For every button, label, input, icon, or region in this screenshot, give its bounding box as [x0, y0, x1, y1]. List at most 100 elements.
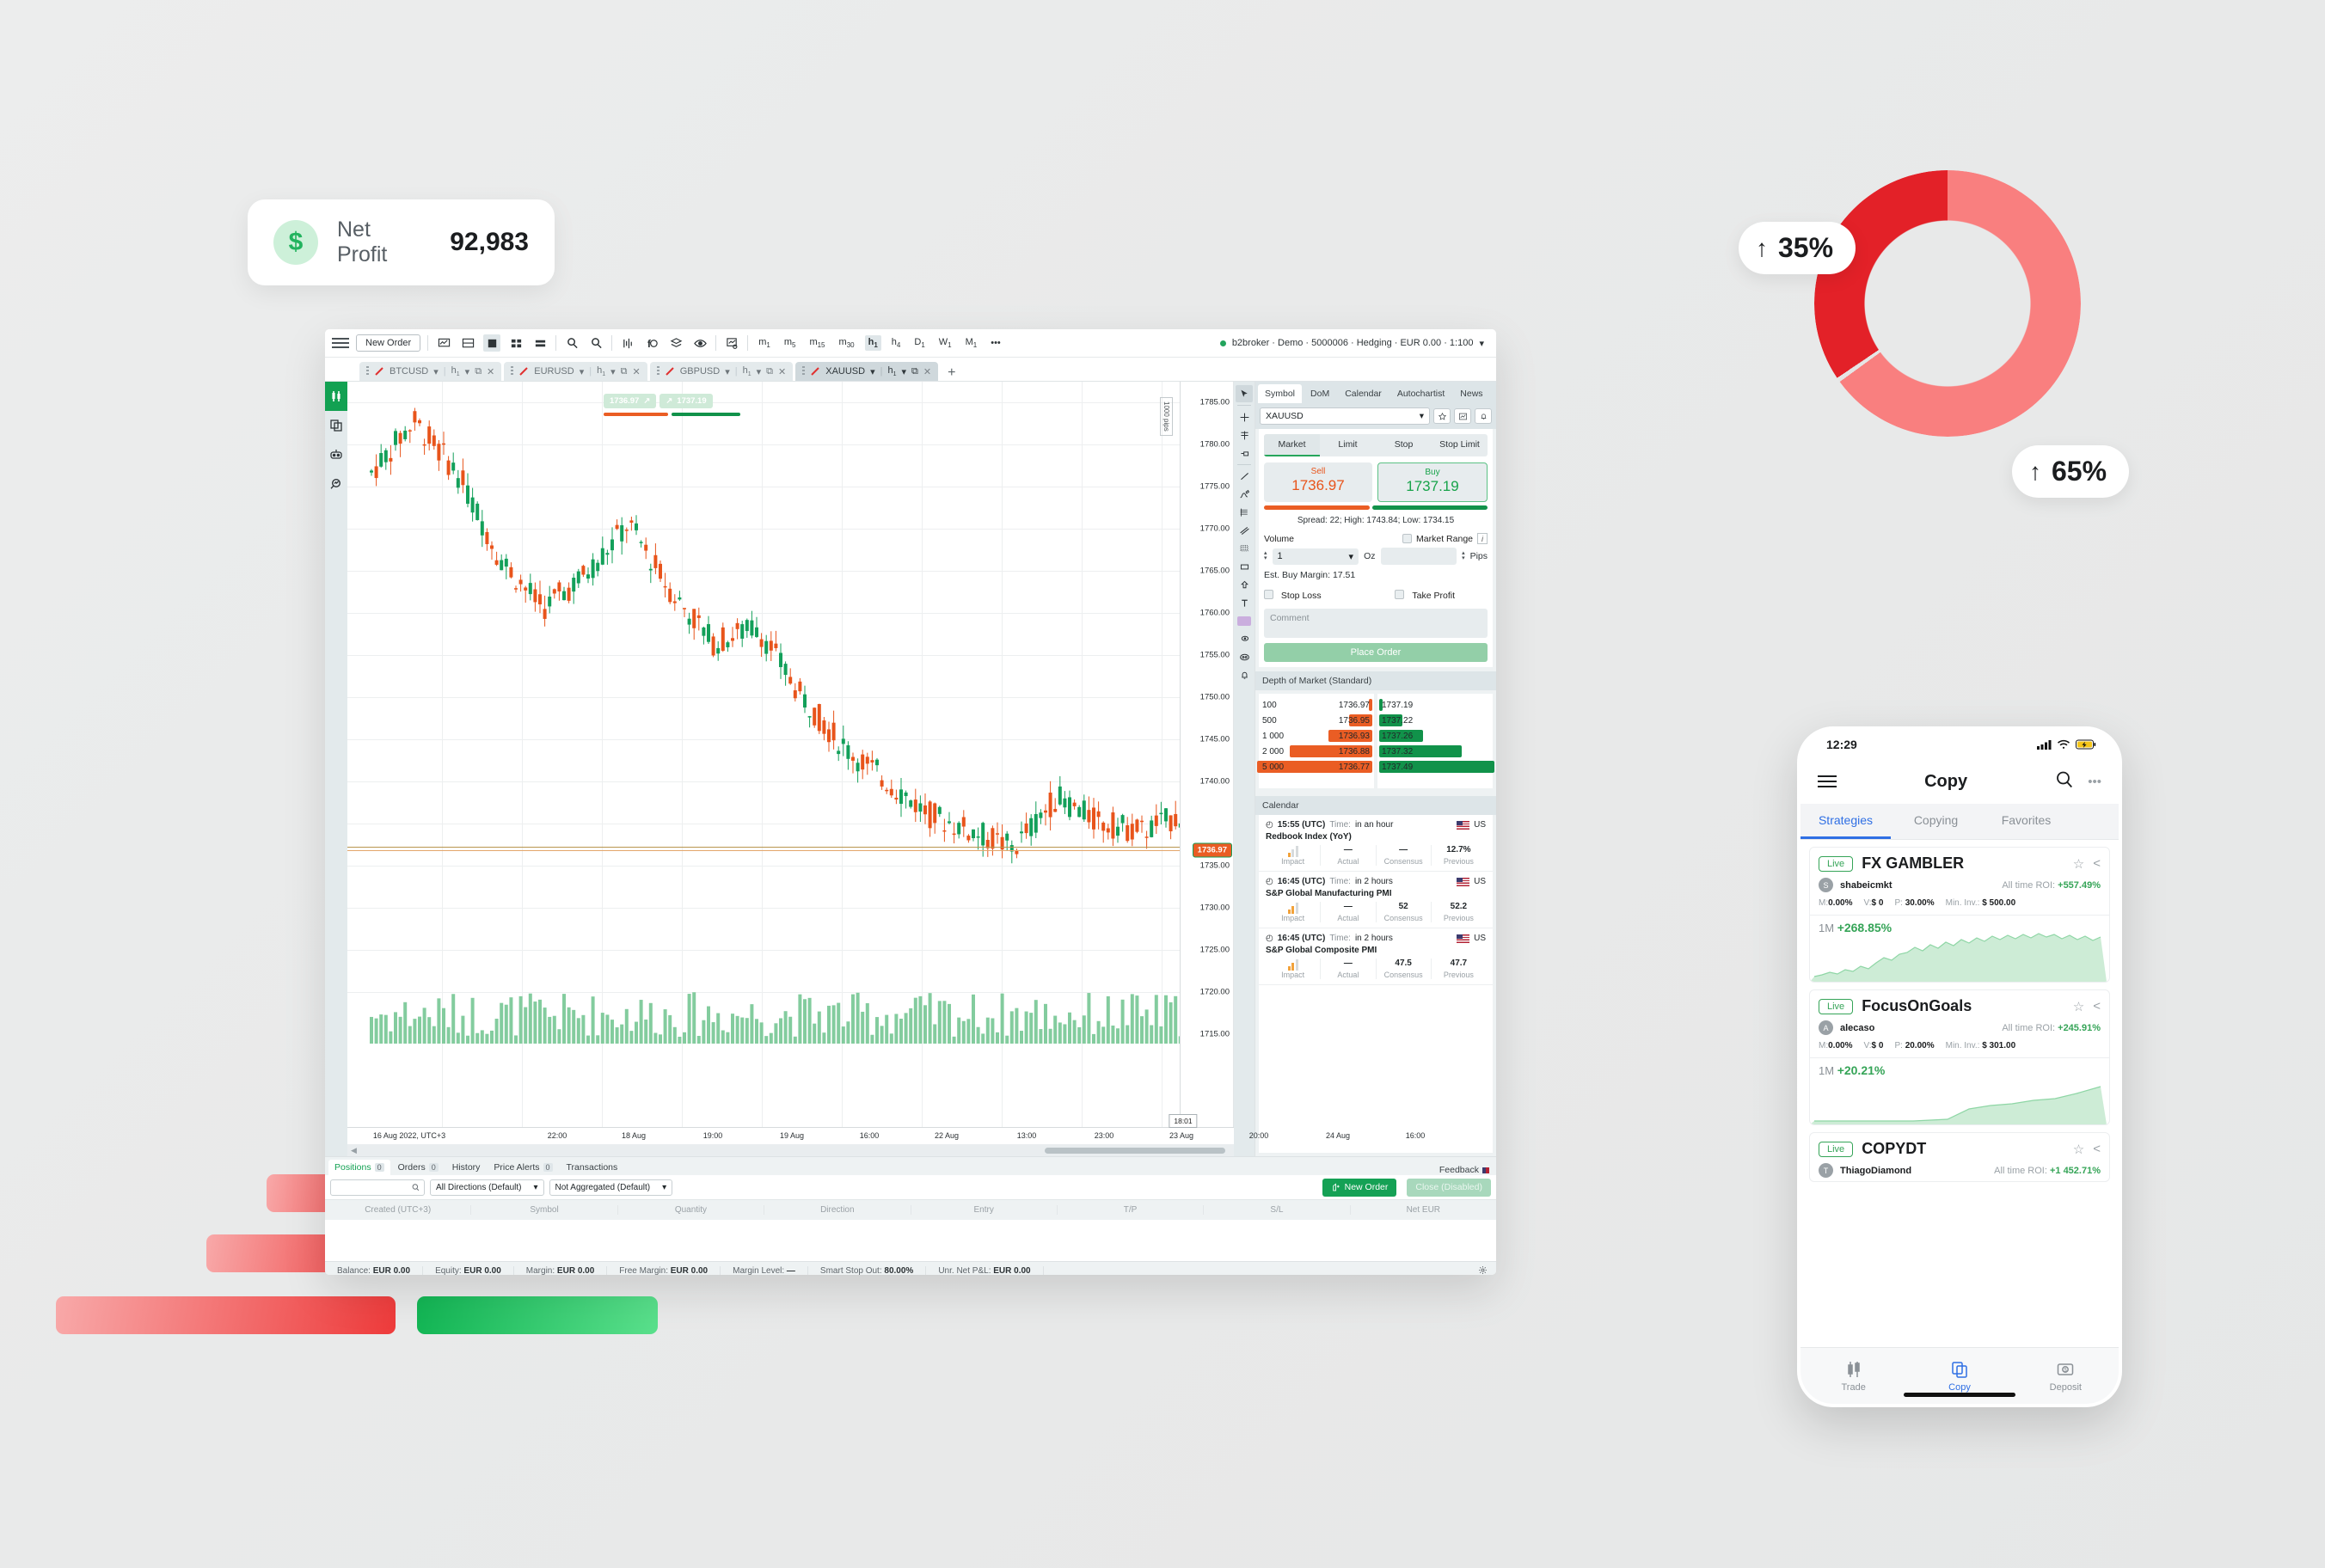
sidebar-item-search[interactable]: [325, 469, 347, 499]
anchor-icon[interactable]: [1236, 444, 1253, 462]
chevron-down-icon[interactable]: ▾: [757, 366, 762, 377]
tab-transactions[interactable]: Transactions: [561, 1160, 624, 1175]
drag-handle[interactable]: [511, 366, 514, 377]
sidebar-item-copy[interactable]: [325, 411, 347, 440]
hamburger-icon[interactable]: [1818, 775, 1837, 787]
tab-calendar[interactable]: Calendar: [1338, 384, 1389, 403]
place-order-button[interactable]: Place Order: [1264, 643, 1488, 662]
account-selector[interactable]: b2broker · Demo · 5000006 · Hedging · EU…: [1219, 338, 1489, 349]
order-type-stop-limit[interactable]: Stop Limit: [1432, 434, 1488, 456]
pips-stepper[interactable]: ▴ ▾: [1462, 550, 1465, 561]
drag-handle[interactable]: [656, 366, 659, 377]
strategy-card[interactable]: Live COPYDT ☆ < T ThiagoDiamond All time ROI: …: [1809, 1132, 2110, 1182]
tab-price-alerts[interactable]: Price Alerts 0: [488, 1160, 558, 1175]
sidebar-item-trade[interactable]: [325, 382, 347, 411]
chevron-down-icon[interactable]: ▾: [870, 366, 875, 377]
dom-ask-row[interactable]: 5 000 1736.77: [1257, 759, 1374, 775]
layers-icon[interactable]: [667, 334, 684, 352]
dom-bid-row[interactable]: 1737.22: [1377, 713, 1493, 728]
search-input[interactable]: [330, 1179, 425, 1196]
star-icon[interactable]: ☆: [2073, 856, 2084, 872]
dom-ask-row[interactable]: 500 1736.95: [1259, 713, 1374, 728]
eye-icon[interactable]: [691, 334, 709, 352]
share-icon[interactable]: <: [2093, 1142, 2101, 1156]
star-icon[interactable]: ☆: [2073, 1142, 2084, 1157]
timeframe-w1[interactable]: W1: [936, 335, 955, 351]
text-icon[interactable]: [1236, 594, 1253, 611]
strategy-card[interactable]: Live FocusOnGoals ☆ < Aalecaso All time ROI: …: [1809, 989, 2110, 1125]
magnet-icon[interactable]: [1236, 426, 1253, 444]
symbol-select[interactable]: XAUUSD ▾: [1260, 407, 1430, 425]
share-icon[interactable]: <: [2093, 856, 2101, 871]
chart-tab-btcusd[interactable]: BTCUSD ▾ | h1 ▾ ⧉ ✕: [359, 362, 502, 381]
new-order-button-bottom[interactable]: New Order: [1322, 1178, 1397, 1197]
chevron-down-icon[interactable]: ▾: [902, 366, 907, 377]
star-icon[interactable]: [1433, 408, 1451, 424]
fibonacci-icon[interactable]: f: [643, 334, 660, 352]
bell-icon[interactable]: [1475, 408, 1492, 424]
stop-loss-checkbox[interactable]: [1264, 590, 1273, 599]
chart-screen-icon[interactable]: [435, 334, 452, 352]
rectangle-icon[interactable]: [1236, 558, 1253, 575]
chart-settings-icon[interactable]: [723, 334, 740, 352]
add-chart-tab-button[interactable]: +: [941, 365, 962, 381]
scroll-left-icon[interactable]: ◀: [351, 1146, 357, 1155]
search-icon[interactable]: [2055, 770, 2074, 793]
chart-tab-eurusd[interactable]: EURUSD ▾ | h1 ▾ ⧉ ✕: [504, 362, 647, 381]
sell-button[interactable]: Sell 1736.97: [1264, 462, 1372, 502]
fibonacci-icon[interactable]: [1236, 504, 1253, 521]
bottom-nav-trade[interactable]: Trade: [1800, 1348, 1906, 1404]
chevron-down-icon[interactable]: ▾: [610, 366, 616, 377]
trendline-icon[interactable]: [1236, 468, 1253, 485]
dom-bid-row[interactable]: 1737.32: [1377, 744, 1493, 759]
cursor-icon[interactable]: [1236, 385, 1253, 402]
timeframe-m1[interactable]: m1: [755, 335, 774, 351]
chart-horizontal-scrollbar[interactable]: ◀: [347, 1144, 1234, 1156]
drag-handle[interactable]: [366, 366, 369, 377]
time-axis[interactable]: 16 Aug 2022, UTC+3 22:00 18 Aug 19:00 19…: [347, 1114, 1425, 1144]
order-type-limit[interactable]: Limit: [1320, 434, 1376, 456]
chevron-down-icon[interactable]: ▾: [465, 366, 470, 377]
chevron-down-icon[interactable]: ▾: [580, 366, 585, 377]
duplicate-icon[interactable]: ⧉: [766, 366, 773, 377]
close-icon[interactable]: ✕: [633, 366, 641, 377]
grid-2-icon[interactable]: [531, 334, 549, 352]
more-icon[interactable]: •••: [2088, 775, 2101, 789]
calendar-item[interactable]: ◴ 16:45 (UTC) Time: in 2 hours US S&P Global …: [1259, 872, 1493, 928]
tab-orders[interactable]: Orders 0: [392, 1160, 445, 1175]
scrollbar-thumb[interactable]: [1045, 1148, 1225, 1154]
alert-bell-icon[interactable]: [1236, 666, 1253, 683]
split-screen-icon[interactable]: [459, 334, 476, 352]
chevron-down-icon[interactable]: ▾: [725, 366, 730, 377]
chart-tab-xauusd[interactable]: XAUUSD ▾ | h1 ▾ ⧉ ✕: [795, 362, 939, 381]
tab-dom[interactable]: DoM: [1304, 384, 1336, 403]
chart-tab-timeframe[interactable]: h1: [597, 365, 605, 377]
ellipse-icon[interactable]: [1236, 630, 1253, 647]
chart-tab-timeframe[interactable]: h1: [887, 365, 896, 377]
market-range-input[interactable]: [1380, 548, 1457, 565]
strategy-card[interactable]: Live FX GAMBLER ☆ < Sshabeicmkt All time ROI:…: [1809, 847, 2110, 983]
close-icon[interactable]: ✕: [923, 366, 931, 377]
freehand-icon[interactable]: [1236, 486, 1253, 503]
close-icon[interactable]: ✕: [778, 366, 786, 377]
aggregation-filter[interactable]: Not Aggregated (Default) ▾: [549, 1179, 673, 1196]
dom-bid-row[interactable]: 1737.49: [1377, 759, 1494, 775]
volume-stepper[interactable]: ▴ ▾: [1264, 550, 1267, 561]
more-icon[interactable]: •••: [987, 336, 1004, 350]
chart-tab-timeframe[interactable]: h1: [743, 365, 751, 377]
gear-icon[interactable]: [1469, 1265, 1496, 1276]
take-profit-checkbox[interactable]: [1395, 590, 1405, 599]
timeframe-m5[interactable]: m5: [781, 335, 800, 351]
price-chart[interactable]: 1736.97 ↗ ↗ 1737.19 1000 pips 1785.00 17…: [347, 382, 1234, 1127]
dom-ask-row[interactable]: 100 1736.97: [1259, 697, 1374, 713]
duplicate-icon[interactable]: ⧉: [475, 366, 482, 377]
star-icon[interactable]: ☆: [2073, 999, 2084, 1014]
chart-tab-gbpusd[interactable]: GBPUSD ▾ | h1 ▾ ⧉ ✕: [649, 362, 794, 381]
zoom-out-icon[interactable]: [587, 334, 604, 352]
duplicate-icon[interactable]: ⧉: [911, 366, 918, 377]
drag-handle[interactable]: [802, 366, 806, 377]
volume-input[interactable]: 1 ▾: [1272, 548, 1359, 565]
timeframe-m1-month[interactable]: M1: [962, 335, 981, 351]
timeframe-m15[interactable]: m15: [806, 335, 828, 351]
calendar-list[interactable]: ◴ 15:55 (UTC) Time: in an hour US Redbook Ind…: [1259, 815, 1493, 1153]
